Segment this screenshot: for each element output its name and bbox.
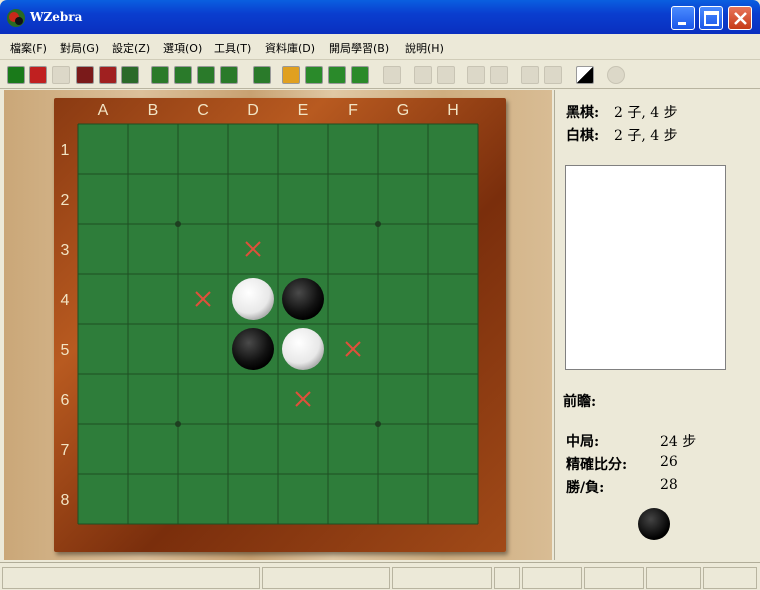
status-segment [646,567,701,589]
white-disc[interactable] [232,278,274,320]
win-loss-value: 28 [660,477,678,493]
column-label: E [298,102,309,119]
white-score: 2 子, 4 步 [614,128,678,144]
row-label: 7 [61,442,70,459]
status-segment [522,567,582,589]
column-label: B [148,102,159,119]
white-disc[interactable] [282,328,324,370]
star-point [175,421,181,427]
outlook-label: 前瞻: [563,394,597,410]
status-segment [392,567,492,589]
status-segment [494,567,520,589]
turn-indicator-disc [638,508,670,540]
status-segment [262,567,390,589]
row-label: 2 [61,192,70,209]
black-disc[interactable] [282,278,324,320]
star-point [375,421,381,427]
column-label: G [397,102,409,119]
status-segment [584,567,644,589]
midgame-label: 中局: [566,434,600,450]
row-label: 5 [61,342,70,359]
move-list-box[interactable] [565,165,726,370]
status-bar [0,562,760,590]
row-label: 1 [61,142,70,159]
status-segment [2,567,260,589]
star-point [175,221,181,227]
row-label: 3 [61,242,70,259]
status-segment [703,567,757,589]
black-label: 黑棋: [566,105,600,121]
column-label: H [447,102,459,119]
column-label: A [98,102,109,119]
exact-score-value: 26 [660,454,678,470]
win-loss-label: 勝/負: [566,480,605,496]
row-label: 6 [61,392,70,409]
white-label: 白棋: [566,128,600,144]
row-label: 8 [61,492,70,509]
black-score: 2 子, 4 步 [614,105,678,121]
column-label: C [197,102,209,119]
midgame-value: 24 步 [660,434,697,450]
column-label: D [247,102,259,119]
black-disc[interactable] [232,328,274,370]
column-label: F [348,102,358,119]
row-label: 4 [61,292,70,309]
exact-score-label: 精確比分: [566,457,628,473]
star-point [375,221,381,227]
